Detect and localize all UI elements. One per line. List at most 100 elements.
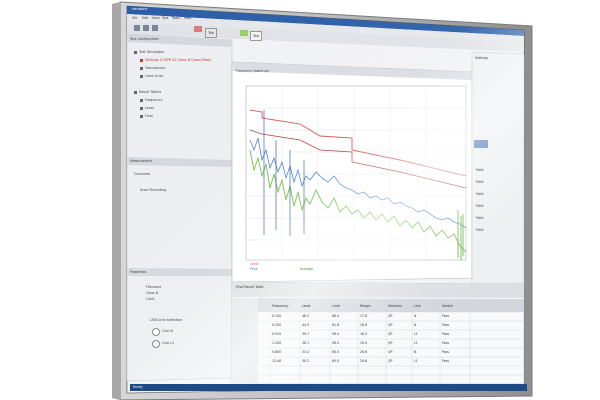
- table-header-row: Frequency Level Limit Margin Detector Li…: [258, 302, 524, 311]
- table-cell: N: [414, 314, 417, 318]
- tab-2[interactable]: Tab: [250, 31, 262, 41]
- menu-tools[interactable]: Tools: [172, 16, 180, 20]
- table-row[interactable]: 12.40 30.2 60.0 29.8 QP L1 Pass: [258, 357, 524, 366]
- table-row[interactable]: 0.150 48.2 66.0 17.8 QP N Pass: [258, 312, 524, 321]
- settings-icon: [140, 58, 143, 62]
- table-cell: 60.0: [332, 350, 340, 354]
- prop-line-1: Filename: [146, 285, 162, 289]
- results-table-title: Final Result Table: [236, 285, 264, 289]
- table-cell: Pass: [442, 359, 450, 363]
- radio-line-n-label: Line N: [162, 329, 173, 333]
- measurement-title: Measurement: [130, 159, 152, 163]
- tree-item-limits[interactable]: Limit Lines: [140, 74, 163, 78]
- table-row[interactable]: 0.250 44.9 61.8 16.9 QP N Pass: [258, 321, 524, 330]
- lisn-section-label: LISN Line Selection: [150, 318, 183, 322]
- level-icon: [140, 106, 143, 110]
- right-field-1[interactable]: Field: [476, 168, 483, 172]
- menu-edit[interactable]: Edit: [142, 16, 148, 20]
- table-cell: 12.40: [272, 359, 282, 363]
- table-cell: 56.0: [332, 332, 340, 336]
- table-cell: 56.0: [332, 341, 340, 345]
- right-field-2[interactable]: Field: [476, 180, 483, 184]
- test-config-title: Test Configuration: [130, 37, 159, 41]
- table-row[interactable]: 5.800 33.4 60.0 26.6 QP N Pass: [258, 348, 524, 357]
- folder-icon: [134, 50, 137, 54]
- tree-item-final[interactable]: Final: [140, 114, 153, 118]
- right-field-5[interactable]: Field: [476, 216, 483, 220]
- tree-item-transducers[interactable]: Transducers: [140, 66, 165, 70]
- menu-view[interactable]: View: [152, 16, 160, 20]
- prop-line-3: Limit: [146, 297, 155, 301]
- table-cell: QP: [388, 314, 393, 318]
- table-cell: 0.250: [272, 323, 282, 327]
- menu-test[interactable]: Test: [162, 16, 168, 20]
- radio-line-l1[interactable]: [152, 340, 160, 348]
- tree-item-settings[interactable]: Settings (CISPR 22 Class B Quasi-Peak): [140, 58, 211, 62]
- properties-title: Properties: [130, 270, 147, 274]
- radio-line-l1-label: Line L1: [162, 341, 175, 345]
- table-cell: L1: [414, 332, 418, 336]
- table-cell: 16.9: [360, 323, 368, 327]
- col-verdict[interactable]: Verdict: [442, 302, 453, 311]
- table-cell: Pass: [442, 323, 450, 327]
- col-line[interactable]: Line: [414, 302, 421, 311]
- screen: Hardware File Edit View Test Tools Help …: [0, 0, 600, 400]
- stop-icon[interactable]: [194, 26, 202, 32]
- menu-help[interactable]: Help: [184, 16, 191, 20]
- table-cell: Pass: [442, 350, 450, 354]
- legend-average: Average: [300, 267, 314, 271]
- tree-item-templates[interactable]: Test Templates: [134, 50, 164, 54]
- table-cell: 33.4: [302, 350, 310, 354]
- table-cell: L1: [414, 359, 418, 363]
- col-margin[interactable]: Margin: [360, 302, 371, 311]
- menu-file[interactable]: File: [132, 16, 137, 20]
- table-cell: Pass: [442, 332, 450, 336]
- save-icon[interactable]: [152, 25, 158, 31]
- col-level[interactable]: Level: [302, 302, 310, 311]
- tree-item-frequency[interactable]: Frequency: [140, 98, 163, 102]
- tab-1[interactable]: Tab: [205, 28, 217, 38]
- col-limit[interactable]: Limit: [332, 302, 340, 311]
- col-detector[interactable]: Detector: [388, 302, 402, 311]
- table-cell: QP: [388, 332, 393, 336]
- right-field-4[interactable]: Field: [476, 204, 483, 208]
- transducer-icon: [140, 66, 143, 70]
- table-cell: L1: [414, 341, 418, 345]
- table-cell: 19.9: [360, 341, 368, 345]
- right-field-3[interactable]: Field: [476, 192, 483, 196]
- tree-item-level[interactable]: Level: [140, 106, 154, 110]
- right-panel-title: Settings: [475, 56, 489, 60]
- open-icon[interactable]: [143, 25, 149, 31]
- measurement-overview[interactable]: Overview: [134, 172, 150, 176]
- table-row[interactable]: 0.520 39.7 56.0 16.3 QP L1 Pass: [258, 330, 524, 339]
- table-cell: 5.800: [272, 350, 282, 354]
- table-cell: Pass: [442, 314, 450, 318]
- col-frequency[interactable]: Frequency: [272, 302, 288, 311]
- table-cell: 0.150: [272, 314, 282, 318]
- table-cell: 30.2: [302, 359, 310, 363]
- table-cell: 66.0: [332, 314, 340, 318]
- table-cell: 0.520: [272, 332, 282, 336]
- new-icon[interactable]: [134, 25, 140, 31]
- table-cell: 44.9: [302, 323, 310, 327]
- frequency-icon: [140, 98, 143, 102]
- radio-line-n[interactable]: [152, 328, 160, 336]
- table-cell: 60.0: [332, 359, 340, 363]
- table-cell: 29.8: [360, 359, 368, 363]
- table-cell: 48.2: [302, 314, 310, 318]
- table-cell: QP: [388, 341, 393, 345]
- table-cell: 36.1: [302, 341, 310, 345]
- tree-item-results[interactable]: Result Tables: [134, 90, 161, 94]
- table-row[interactable]: 1.200 36.1 56.0 19.9 QP L1 Pass: [258, 339, 524, 348]
- final-icon: [140, 114, 143, 118]
- table-cell: N: [414, 323, 417, 327]
- table-cell: Pass: [442, 341, 450, 345]
- legend-peak: Peak: [250, 267, 258, 271]
- limit-icon: [140, 74, 143, 78]
- graph-title: Frequency Spectrum: [236, 69, 269, 73]
- run-icon[interactable]: [240, 30, 248, 36]
- table-cell: 16.3: [360, 332, 368, 336]
- measurement-scan[interactable]: Scan Recording: [140, 188, 166, 192]
- prop-line-2: Class B: [146, 291, 159, 295]
- right-field-6[interactable]: Field: [476, 228, 483, 232]
